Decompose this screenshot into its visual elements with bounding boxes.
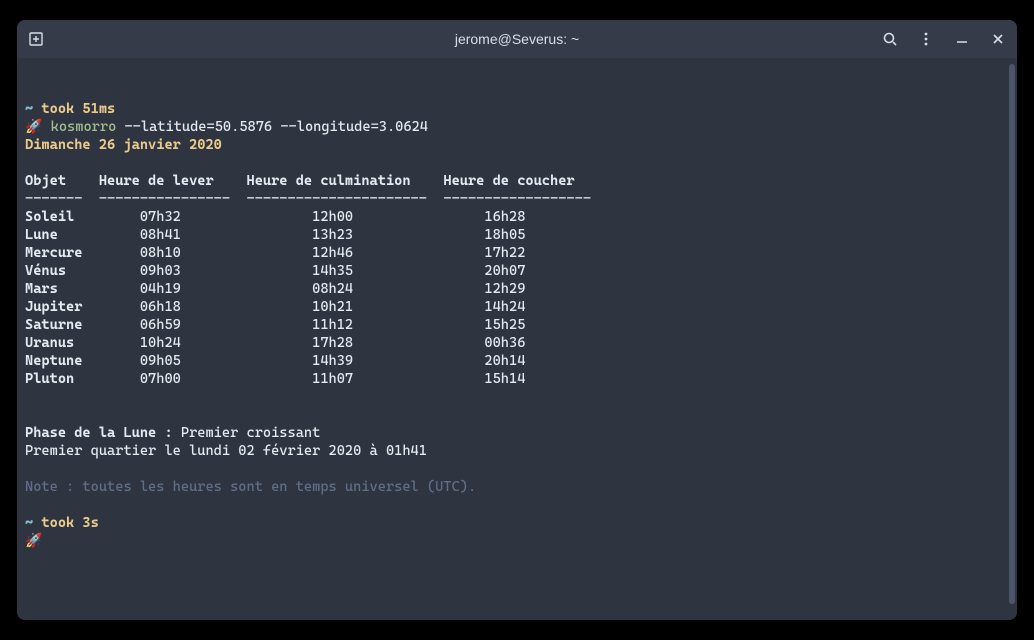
table-row: Pluton 07h00 11h07 15h14: [25, 370, 1009, 388]
search-icon[interactable]: [881, 30, 899, 48]
table-row: Saturne 06h59 11h12 15h25: [25, 316, 1009, 334]
table-row: Neptune 09h05 14h39 20h14: [25, 352, 1009, 370]
command-name: kosmorro: [51, 119, 117, 135]
window-title: jerome@Severus: ~: [455, 31, 579, 47]
table-header: Objet Heure de lever Heure de culminatio…: [25, 173, 591, 189]
table-body: Soleil 07h32 12h00 16h28 Lune 08h41 13h2…: [25, 208, 1009, 388]
table-row: Lune 08h41 13h23 18h05: [25, 226, 1009, 244]
prompt-took-label: took: [41, 515, 74, 531]
new-tab-button[interactable]: [27, 30, 45, 48]
moon-phase-label: Phase de la Lune :: [25, 425, 181, 441]
prompt-took-value: 3s: [82, 515, 98, 531]
table-row: Vénus 09h03 14h35 20h07: [25, 262, 1009, 280]
table-row: Mars 04h19 08h24 12h29: [25, 280, 1009, 298]
moon-phase-value: Premier croissant: [181, 425, 320, 441]
prompt-cwd: ~: [25, 515, 33, 531]
table-row: Soleil 07h32 12h00 16h28: [25, 208, 1009, 226]
table-separator: ------- ---------------- ---------------…: [25, 191, 591, 207]
utc-note: Note : toutes les heures sont en temps u…: [25, 479, 476, 495]
close-button[interactable]: [989, 30, 1007, 48]
rocket-icon: 🚀: [25, 119, 42, 135]
terminal-window: jerome@Severus: ~ ~ took 51ms 🚀 kosmorro…: [17, 20, 1017, 620]
terminal-body[interactable]: ~ took 51ms 🚀 kosmorro --latitude=50.587…: [17, 58, 1017, 620]
moon-next-quarter: Premier quartier le lundi 02 février 202…: [25, 443, 427, 459]
titlebar: jerome@Severus: ~: [17, 20, 1017, 58]
prompt-took-value: 51ms: [82, 101, 115, 117]
prompt-took-label: took: [41, 101, 74, 117]
command-args: --latitude=50.5876 --longitude=3.0624: [116, 119, 428, 135]
table-row: Jupiter 06h18 10h21 14h24: [25, 298, 1009, 316]
table-row: Uranus 10h24 17h28 00h36: [25, 334, 1009, 352]
rocket-icon: 🚀: [25, 533, 42, 549]
table-row: Mercure 08h10 12h46 17h22: [25, 244, 1009, 262]
menu-icon[interactable]: [917, 30, 935, 48]
scrollbar[interactable]: [1009, 64, 1015, 604]
prompt-cwd: ~: [25, 101, 33, 117]
minimize-button[interactable]: [953, 30, 971, 48]
date-heading: Dimanche 26 janvier 2020: [25, 137, 222, 153]
